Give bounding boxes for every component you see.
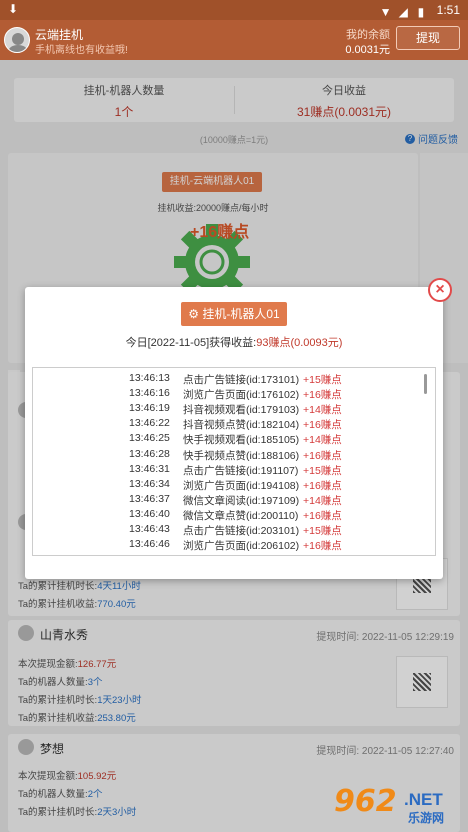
log-row: 13:46:37 微信文章阅读(id:197109) +14赚点 — [33, 493, 433, 508]
log-time: 13:46:37 — [129, 492, 170, 505]
log-action: 点击广告链接(id:191107) — [183, 464, 299, 477]
log-row: 13:46:13 点击广告链接(id:173101) +15赚点 — [33, 372, 433, 387]
log-action: 抖音视频点赞(id:182104) — [183, 419, 300, 432]
log-action: 抖音视频观看(id:179103) — [183, 404, 300, 417]
log-row: 13:46:31 点击广告链接(id:191107) +15赚点 — [33, 463, 433, 478]
watermark-logo: 962 .NET 乐游网 — [334, 784, 462, 828]
log-points: +14赚点 — [303, 494, 342, 507]
log-time: 13:46:22 — [129, 417, 170, 430]
log-time: 13:46:13 — [129, 372, 170, 384]
log-time: 13:46:19 — [129, 402, 170, 415]
watermark-number: 962 — [334, 784, 397, 819]
wifi-icon: ▼ — [379, 4, 392, 19]
close-button[interactable]: × — [428, 278, 452, 302]
log-row: 13:46:19 抖音视频观看(id:179103) +14赚点 — [33, 402, 433, 417]
log-action: 快手视频观看(id:185105) — [183, 434, 300, 447]
log-points: +16赚点 — [303, 449, 342, 462]
log-time: 13:46:46 — [129, 538, 170, 551]
log-action: 微信文章阅读(id:197109) — [183, 494, 300, 507]
log-points: +16赚点 — [303, 509, 342, 522]
log-list[interactable]: 13:46:13 点击广告链接(id:173101) +15赚点 13:46:16 浏览… — [32, 367, 436, 556]
log-time: 13:46:40 — [129, 507, 170, 520]
log-row: 13:46:16 浏览广告页面(id:176102) +16赚点 — [33, 387, 433, 402]
log-time: 13:46:16 — [129, 387, 170, 400]
log-time: 13:46:31 — [129, 462, 170, 475]
dialog-summary-value: 93赚点(0.0093元) — [256, 337, 343, 349]
dialog-robot-label: 挂机-机器人01 — [202, 307, 280, 321]
app-header: 云端挂机 手机离线也有收益哦! 我的余额 0.0031元 提现 — [0, 20, 468, 60]
log-action: 快手视频点赞(id:188106) — [183, 449, 300, 462]
log-row: 13:46:40 微信文章点赞(id:200110) +16赚点 — [33, 508, 433, 523]
log-row: 13:46:43 点击广告链接(id:203101) +15赚点 — [33, 523, 433, 538]
watermark-cn: 乐游网 — [408, 811, 445, 825]
log-points: +14赚点 — [303, 434, 342, 447]
log-row: 13:46:34 浏览广告页面(id:194108) +16赚点 — [33, 478, 433, 493]
log-row: 13:46:25 快手视频观看(id:185105) +14赚点 — [33, 432, 433, 447]
log-action: 点击广告链接(id:203101) — [183, 525, 300, 537]
log-time: 13:46:28 — [129, 447, 170, 460]
log-time: 13:46:43 — [129, 523, 170, 535]
log-row: 13:46:28 快手视频点赞(id:188106) +16赚点 — [33, 448, 433, 463]
log-action: 浏览广告页面(id:206102) — [183, 540, 300, 553]
log-action: 微信文章点赞(id:200110) — [183, 509, 299, 522]
battery-icon: ▮ — [417, 4, 425, 19]
log-row: 13:46:22 抖音视频点赞(id:182104) +16赚点 — [33, 417, 433, 432]
log-points: +15赚点 — [303, 464, 342, 477]
log-row: 13:46:46 浏览广告页面(id:206102) +16赚点 — [33, 538, 433, 553]
log-points: +16赚点 — [303, 389, 342, 402]
dialog-summary: 今日[2022-11-05]获得收益:93赚点(0.0093元) — [25, 334, 443, 350]
header-subtitle: 手机离线也有收益哦! — [35, 45, 128, 56]
log-points: +16赚点 — [303, 540, 342, 553]
dialog-summary-prefix: 今日[2022-11-05]获得收益: — [125, 337, 257, 349]
robot-log-dialog: ⚙ 挂机-机器人01 今日[2022-11-05]获得收益:93赚点(0.009… — [25, 287, 443, 579]
dialog-robot-tag: ⚙ 挂机-机器人01 — [181, 302, 287, 326]
log-action: 浏览广告页面(id:194108) — [183, 479, 300, 492]
log-action: 点击广告链接(id:173101) — [183, 374, 300, 386]
robot-icon: ⚙ — [188, 307, 200, 321]
watermark-net: .NET — [404, 790, 443, 809]
download-icon: ⬇ — [8, 2, 19, 16]
log-points: +16赚点 — [303, 419, 342, 432]
log-points: +14赚点 — [303, 404, 342, 417]
log-time: 13:46:34 — [129, 477, 170, 490]
status-time: 1:51 — [436, 3, 460, 17]
signal-icon: ◢ — [398, 4, 408, 19]
withdraw-button[interactable]: 提现 — [396, 26, 460, 50]
log-points: +16赚点 — [303, 479, 342, 492]
avatar[interactable] — [4, 27, 30, 53]
status-bar: ⬇ ▼ ◢ ▮ 1:51 — [0, 0, 468, 20]
log-action: 浏览广告页面(id:176102) — [183, 389, 300, 402]
balance-value: 0.0031元 — [345, 44, 390, 56]
log-points: +15赚点 — [303, 525, 342, 537]
log-points: +15赚点 — [303, 374, 342, 386]
log-time: 13:46:25 — [129, 432, 170, 445]
balance-label: 我的余额 — [346, 29, 390, 41]
